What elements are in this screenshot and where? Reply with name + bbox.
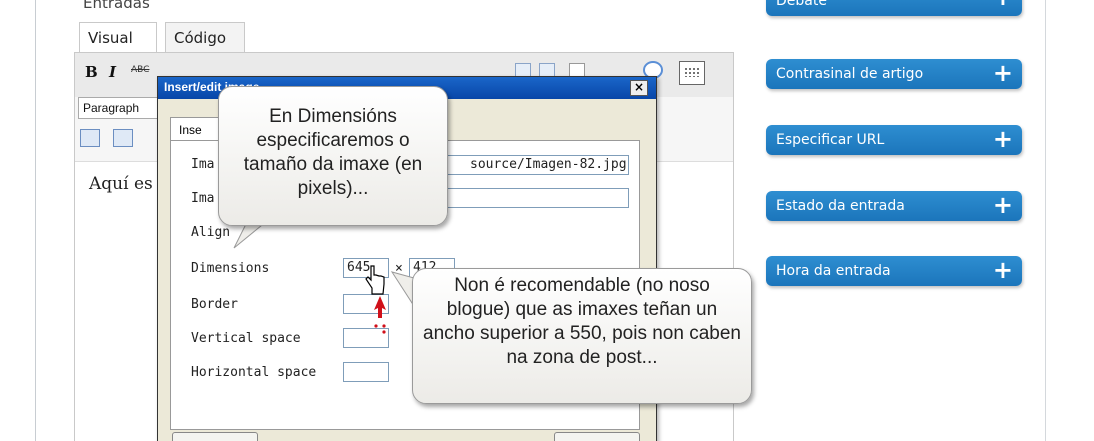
horizontal-space-label: Horizontal space bbox=[191, 365, 317, 380]
section-title: Entradas bbox=[83, 0, 150, 12]
vertical-space-label: Vertical space bbox=[191, 331, 301, 346]
strikethrough-button[interactable]: ABC bbox=[131, 65, 149, 75]
sidebar-item-label: Contrasinal de artigo bbox=[776, 66, 924, 82]
close-icon[interactable]: × bbox=[630, 80, 648, 96]
horizontal-space-input[interactable] bbox=[343, 362, 389, 382]
sidebar-item-time[interactable]: Hora da entrada + bbox=[766, 256, 1022, 286]
kitchen-sink-icon[interactable] bbox=[679, 61, 705, 85]
image-icon[interactable] bbox=[515, 63, 531, 77]
callout-dimensions: En Dimensións especificaremos o tamaño d… bbox=[218, 86, 448, 226]
cancel-button[interactable] bbox=[554, 432, 640, 441]
paragraph-format-select[interactable]: Paragraph bbox=[78, 97, 166, 119]
sidebar-item-password[interactable]: Contrasinal de artigo + bbox=[766, 59, 1022, 89]
tab-visual[interactable]: Visual bbox=[79, 22, 157, 52]
table-icon[interactable] bbox=[80, 129, 100, 147]
callout-width-warning: Non é recomendable (no noso blogue) que … bbox=[412, 268, 752, 404]
paste-word-icon[interactable] bbox=[113, 129, 133, 147]
sidebar-item-label: Hora da entrada bbox=[776, 263, 891, 279]
sidebar-item-label: Estado da entrada bbox=[776, 198, 905, 214]
sidebar-item-label: Debate bbox=[776, 0, 827, 9]
plus-icon[interactable]: + bbox=[993, 59, 1013, 87]
image-url-label: Ima bbox=[191, 157, 215, 172]
sidebar-item-label: Especificar URL bbox=[776, 132, 885, 148]
content-text: Aquí es bbox=[89, 174, 153, 194]
dimensions-label: Dimensions bbox=[191, 261, 270, 276]
sidebar-item-debate[interactable]: Debate + bbox=[766, 0, 1022, 16]
page-left-border bbox=[35, 0, 36, 441]
tab-code[interactable]: Código bbox=[165, 22, 245, 52]
image-description-label: Ima bbox=[191, 191, 215, 206]
red-arrow-icon bbox=[374, 296, 386, 334]
italic-button[interactable]: I bbox=[109, 63, 116, 81]
hand-cursor-icon bbox=[365, 265, 385, 295]
plus-icon[interactable]: + bbox=[993, 256, 1013, 284]
plus-icon[interactable]: + bbox=[993, 0, 1013, 11]
spellcheck-icon[interactable] bbox=[569, 63, 585, 77]
page-right-border bbox=[1045, 0, 1046, 441]
fullscreen-icon[interactable] bbox=[539, 63, 555, 77]
alignment-label: Align bbox=[191, 225, 231, 240]
sidebar-item-url[interactable]: Especificar URL + bbox=[766, 125, 1022, 155]
plus-icon[interactable]: + bbox=[993, 191, 1013, 219]
sidebar-item-status[interactable]: Estado da entrada + bbox=[766, 191, 1022, 221]
insert-button[interactable] bbox=[172, 432, 258, 441]
plus-icon[interactable]: + bbox=[993, 125, 1013, 153]
border-label: Border bbox=[191, 297, 238, 312]
bold-button[interactable]: B bbox=[85, 63, 98, 81]
